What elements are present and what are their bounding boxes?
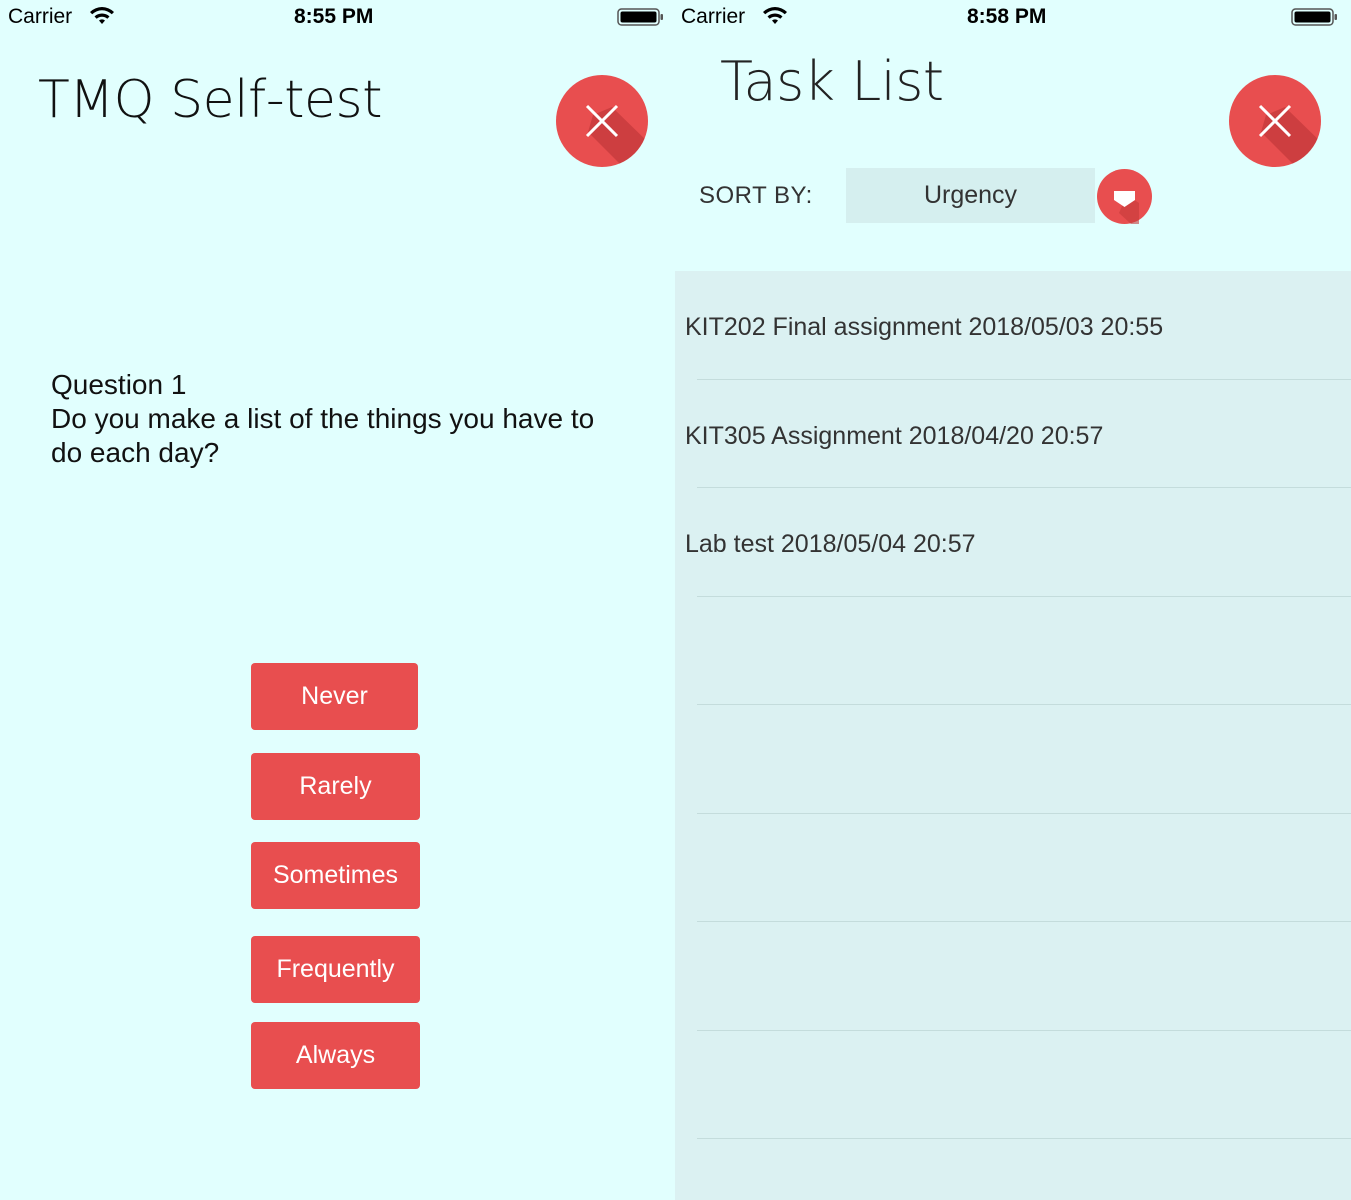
wifi-icon bbox=[763, 7, 787, 24]
task-row-empty bbox=[675, 922, 1351, 1031]
answer-sometimes-button[interactable]: Sometimes bbox=[251, 842, 420, 909]
status-bar: Carrier 8:55 PM bbox=[0, 0, 675, 34]
sort-select[interactable]: Urgency bbox=[846, 168, 1095, 223]
carrier-label: Carrier bbox=[681, 5, 746, 28]
sort-dropdown-button[interactable] bbox=[1097, 169, 1152, 224]
task-row-empty bbox=[675, 1031, 1351, 1140]
page-title: TMQ Self-test bbox=[38, 70, 382, 130]
task-list-screen: Carrier 8:58 PM Task List SORT BY: Urgen… bbox=[675, 0, 1351, 1200]
sort-selected-value: Urgency bbox=[923, 181, 1018, 209]
task-row[interactable]: KIT202 Final assignment 2018/05/03 20:55 bbox=[675, 271, 1351, 380]
task-row[interactable]: Lab test 2018/05/04 20:57 bbox=[675, 488, 1351, 597]
answer-never-button[interactable]: Never bbox=[251, 663, 418, 730]
status-time: 8:55 PM bbox=[294, 5, 374, 28]
close-icon bbox=[1258, 104, 1321, 167]
task-row-empty bbox=[675, 597, 1351, 706]
answer-always-button[interactable]: Always bbox=[251, 1022, 420, 1089]
task-title: KIT305 Assignment 2018/04/20 20:57 bbox=[685, 421, 1104, 450]
close-icon bbox=[585, 104, 648, 167]
task-title: KIT202 Final assignment 2018/05/03 20:55 bbox=[685, 313, 1164, 341]
task-row-empty bbox=[675, 705, 1351, 814]
wifi-icon bbox=[90, 7, 114, 24]
page-title: Task List bbox=[720, 50, 944, 113]
task-title: Lab test 2018/05/04 20:57 bbox=[685, 530, 976, 558]
task-row-empty bbox=[675, 814, 1351, 923]
tmq-self-test-screen: Carrier 8:55 PM TMQ Self-test Question 1… bbox=[0, 0, 675, 1200]
answer-frequently-button[interactable]: Frequently bbox=[251, 936, 420, 1003]
close-button[interactable] bbox=[1229, 75, 1321, 167]
answer-rarely-button[interactable]: Rarely bbox=[251, 753, 420, 820]
question-number: Question 1 bbox=[51, 369, 187, 400]
task-row[interactable]: KIT305 Assignment 2018/04/20 20:57 bbox=[675, 380, 1351, 489]
status-bar: Carrier 8:58 PM bbox=[675, 0, 1351, 34]
battery-icon bbox=[617, 8, 663, 26]
close-button[interactable] bbox=[556, 75, 648, 167]
battery-icon bbox=[1291, 8, 1337, 26]
status-time: 8:58 PM bbox=[967, 5, 1047, 28]
question-text: Do you make a list of the things you hav… bbox=[51, 403, 595, 468]
task-table: KIT202 Final assignment 2018/05/03 20:55… bbox=[675, 271, 1351, 1200]
carrier-label: Carrier bbox=[8, 5, 73, 28]
question-block: Question 1 Do you make a list of the thi… bbox=[51, 368, 641, 470]
sort-by-label: SORT BY: bbox=[699, 182, 813, 209]
chevron-down-icon bbox=[1114, 191, 1139, 224]
